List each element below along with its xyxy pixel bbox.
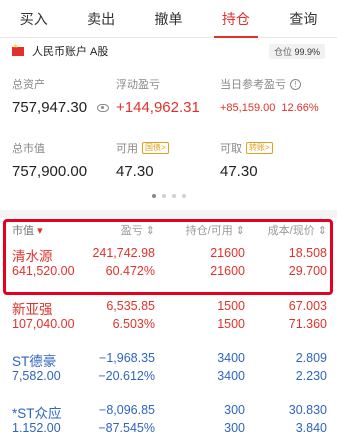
stock-pl: 6,535.85 (106, 299, 155, 313)
header-position[interactable]: 持仓/可用 ⇕ (186, 222, 245, 238)
trade-tabs: 买入 卖出 撤单 持仓 查询 (0, 0, 337, 38)
stock-name: 清水源 (12, 249, 53, 264)
total-assets: 总资产 757,947.30 (12, 76, 110, 116)
stock-price: 29.700 (288, 264, 327, 278)
stock-available: 21600 (210, 264, 245, 278)
stock-pl-pct: 60.472% (105, 264, 155, 278)
stock-cost: 30.830 (288, 403, 327, 417)
transfer-link[interactable]: 转账> (246, 142, 273, 154)
holdings-header: 市值 ▾ 盈亏 ⇕ 持仓/可用 ⇕ 成本/现价 ⇕ (0, 222, 337, 238)
stock-available: 300 (224, 421, 245, 432)
stock-name: *ST众应 (12, 406, 62, 421)
page-dot (171, 194, 176, 198)
page-dot (181, 194, 186, 198)
stock-name: ST德豪 (12, 354, 57, 369)
stock-price: 3.840 (295, 421, 327, 432)
stock-pl-pct: 6.503% (112, 317, 155, 331)
tab-holdings[interactable]: 持仓 (202, 0, 269, 38)
tab-cancel[interactable]: 撤单 (135, 0, 202, 37)
treasury-bond-link[interactable]: 国债> (142, 142, 169, 154)
header-pl[interactable]: 盈亏 ⇕ (121, 222, 155, 238)
china-flag-icon (12, 43, 24, 56)
stock-holding: 3400 (217, 351, 245, 365)
stock-market-value: 641,520.00 (12, 264, 75, 278)
stock-pl: 241,742.98 (92, 246, 155, 260)
sort-down-icon: ▾ (37, 225, 43, 237)
info-icon[interactable]: ! (290, 78, 301, 90)
stock-market-value: 107,040.00 (12, 317, 75, 331)
sort-icon: ⇕ (317, 225, 327, 237)
tab-buy[interactable]: 买入 (0, 0, 67, 37)
stock-holding: 300 (224, 403, 245, 417)
stock-holding: 1500 (217, 299, 245, 313)
holding-row[interactable]: ST德豪 7,582.00 −1,968.35 −20.612% 3400 3400 2.8… (0, 350, 337, 396)
stock-market-value: 1,152.00 (12, 421, 61, 432)
withdrawable-funds: 可取 转账> 47.30 (220, 140, 273, 180)
stock-cost: 2.809 (295, 351, 327, 365)
eye-icon[interactable] (97, 104, 110, 112)
page-dot (151, 194, 156, 198)
tab-query[interactable]: 查询 (270, 0, 337, 37)
stock-cost: 67.003 (288, 299, 327, 313)
section-divider (0, 210, 337, 218)
tab-sell[interactable]: 卖出 (67, 0, 134, 37)
holding-row[interactable]: *ST众应 1,152.00 −8,096.85 −87.545% 300 300 30.8… (0, 402, 337, 432)
available-funds: 可用 国债> 47.30 (116, 140, 169, 180)
account-row[interactable]: 人民币账户 A股 仓位 99.9% (0, 38, 337, 64)
stock-available: 1500 (217, 317, 245, 331)
position-ratio-badge: 仓位 99.9% (268, 43, 325, 59)
page-indicator (0, 194, 337, 198)
stock-available: 3400 (217, 369, 245, 383)
holding-row[interactable]: 清水源 641,520.00 241,742.98 60.472% 21600 21600… (0, 245, 337, 291)
sort-icon: ⇕ (235, 225, 245, 237)
stock-pl-pct: −87.545% (98, 421, 155, 432)
floating-pl: 浮动盈亏 +144,962.31 (116, 79, 200, 116)
stock-price: 2.230 (295, 369, 327, 383)
header-market-value[interactable]: 市值 ▾ (12, 222, 43, 238)
stock-pl: −1,968.35 (99, 351, 155, 365)
today-pl: 当日参考盈亏! +85,159.00 12.66% (220, 78, 319, 114)
stock-price: 71.360 (288, 317, 327, 331)
stock-pl-pct: −20.612% (98, 369, 155, 383)
page-dot (161, 194, 166, 198)
header-cost-price[interactable]: 成本/现价 ⇕ (268, 222, 327, 238)
stock-name: 新亚强 (12, 302, 53, 317)
stock-cost: 18.508 (288, 246, 327, 260)
stock-pl: −8,096.85 (99, 403, 155, 417)
account-name: 人民币账户 A股 (32, 46, 109, 58)
holding-row[interactable]: 新亚强 107,040.00 6,535.85 6.503% 1500 1500 67.00… (0, 298, 337, 344)
stock-holding: 21600 (210, 246, 245, 260)
market-value: 总市值 757,900.00 (12, 143, 88, 180)
stock-market-value: 7,582.00 (12, 369, 61, 383)
sort-icon: ⇕ (145, 225, 155, 237)
